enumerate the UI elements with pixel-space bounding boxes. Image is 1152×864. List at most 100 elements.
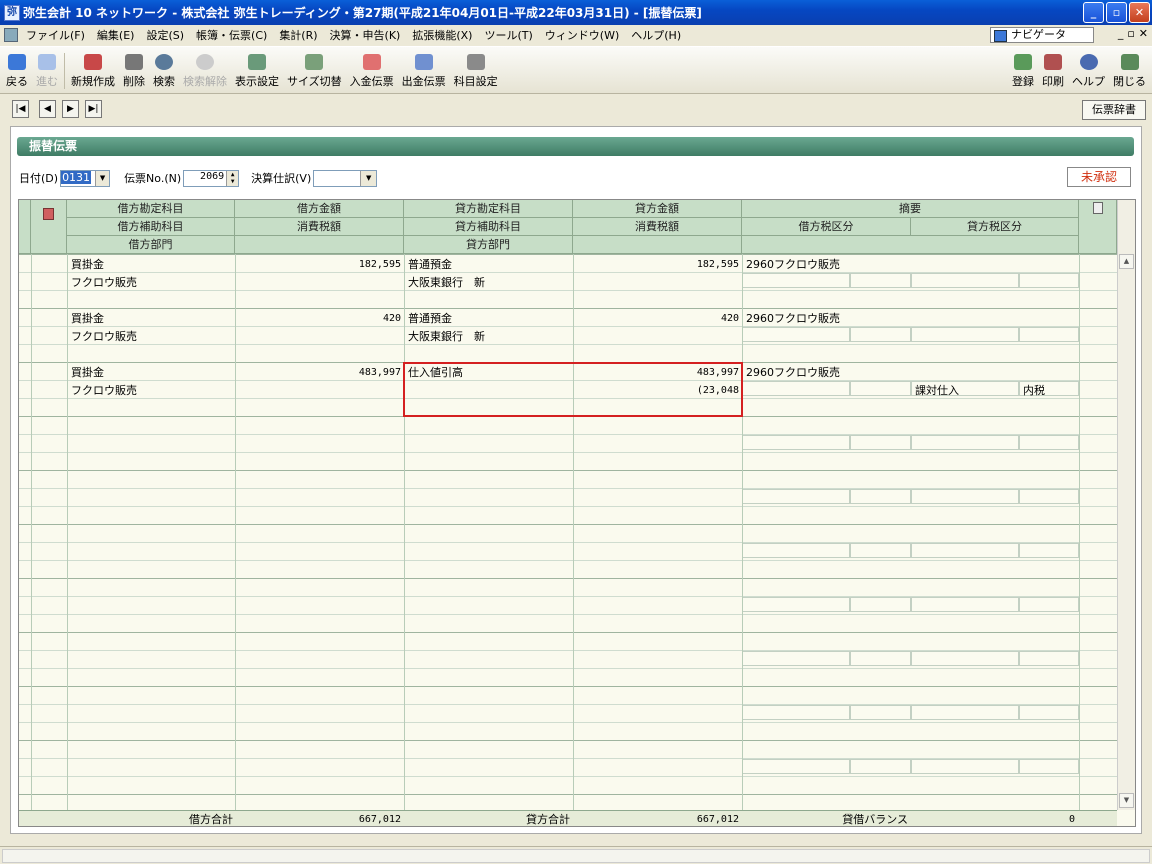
account-settings-button[interactable]: 科目設定 (450, 54, 502, 89)
entry2-debit-amount[interactable]: 420 (235, 310, 403, 327)
tax-category-cell[interactable] (742, 759, 850, 774)
entry1-debit-sub[interactable]: フクロウ販売 (71, 274, 231, 291)
tax-category-cell[interactable] (742, 651, 850, 666)
help-button[interactable]: ヘルプ (1068, 54, 1109, 89)
mdi-close-button[interactable]: ✕ (1139, 27, 1148, 40)
size-toggle-button[interactable]: サイズ切替 (283, 54, 346, 89)
menu-closing[interactable]: 決算・申告(K) (324, 27, 407, 43)
entry1-credit-sub[interactable]: 大阪東銀行 新 (408, 274, 568, 291)
mdi-minimize-button[interactable]: _ (1118, 27, 1124, 40)
menu-file[interactable]: ファイル(F) (20, 27, 91, 43)
document-icon[interactable] (4, 28, 18, 42)
entry2-debit-sub[interactable]: フクロウ販売 (71, 328, 231, 345)
tax-category-cell[interactable] (1019, 543, 1079, 558)
prev-record-button[interactable]: ◀ (39, 100, 56, 118)
entry1-debit-account[interactable]: 買掛金 (71, 256, 231, 273)
tax-category-cell[interactable] (850, 705, 911, 720)
tax-category-cell[interactable] (742, 327, 850, 342)
chevron-down-icon[interactable]: ▼ (95, 170, 110, 186)
date-field[interactable]: 0131 ▼ (60, 169, 111, 187)
register-button[interactable]: 登録 (1008, 54, 1038, 89)
tax-category-cell[interactable] (1019, 273, 1079, 288)
tax-category-cell[interactable] (850, 651, 911, 666)
entry1-credit-amount[interactable]: 182,595 (573, 256, 741, 273)
closing-entry-select[interactable]: ▼ (313, 169, 378, 187)
search-clear-button[interactable]: 検索解除 (179, 54, 231, 89)
tax-category-cell[interactable] (1019, 651, 1079, 666)
tax-category-cell[interactable] (742, 273, 850, 288)
entry3-credit-amount[interactable]: 483,997 (573, 364, 741, 381)
tax-category-cell[interactable] (742, 597, 850, 612)
scroll-down-icon[interactable]: ▼ (1119, 793, 1134, 808)
entry2-debit-account[interactable]: 買掛金 (71, 310, 231, 327)
tax-category-cell[interactable] (911, 759, 1019, 774)
print-button[interactable]: 印刷 (1038, 54, 1068, 89)
last-record-button[interactable]: ▶| (85, 100, 102, 118)
entry1-summary[interactable]: 2960フクロウ販売 (746, 256, 1076, 273)
spinner-icon[interactable]: ▲ ▼ (226, 170, 239, 186)
slip-dictionary-button[interactable]: 伝票辞書 (1082, 100, 1146, 120)
tax-category-cell[interactable] (742, 381, 850, 396)
book-icon[interactable] (43, 208, 54, 220)
minimize-button[interactable]: _ (1083, 2, 1104, 23)
tax-category-cell[interactable] (911, 651, 1019, 666)
close-window-button[interactable]: ✕ (1129, 2, 1150, 23)
horizontal-scrollbar[interactable] (2, 849, 1150, 863)
tax-category-cell[interactable] (1019, 435, 1079, 450)
tax-category-cell[interactable] (1019, 597, 1079, 612)
back-button[interactable]: 戻る (2, 54, 32, 89)
menu-tools[interactable]: ツール(T) (478, 27, 538, 43)
tax-category-cell[interactable] (850, 543, 911, 558)
forward-button[interactable]: 進む (32, 54, 62, 89)
entry2-credit-account[interactable]: 普通預金 (408, 310, 568, 327)
entry1-credit-account[interactable]: 普通預金 (408, 256, 568, 273)
entry2-credit-amount[interactable]: 420 (573, 310, 741, 327)
entry2-credit-sub[interactable]: 大阪東銀行 新 (408, 328, 568, 345)
tax-category-cell[interactable] (911, 273, 1019, 288)
tax-category-cell[interactable] (911, 489, 1019, 504)
entry1-debit-amount[interactable]: 182,595 (235, 256, 403, 273)
entry3-credit-account[interactable]: 仕入値引高 (408, 364, 568, 381)
entry3-credit-tax-type[interactable]: 内税 (1023, 382, 1073, 399)
chevron-down-icon[interactable]: ▼ (360, 170, 377, 186)
tax-category-cell[interactable] (850, 489, 911, 504)
tax-category-cell[interactable] (850, 381, 911, 396)
display-settings-button[interactable]: 表示設定 (231, 54, 283, 89)
entry3-summary[interactable]: 2960フクロウ販売 (746, 364, 1076, 381)
scroll-up-icon[interactable]: ▲ (1119, 254, 1134, 269)
tax-category-cell[interactable] (742, 705, 850, 720)
menu-summary[interactable]: 集計(R) (273, 27, 323, 43)
vertical-scrollbar[interactable]: ▲ ▼ (1117, 200, 1135, 810)
tax-category-cell[interactable] (742, 489, 850, 504)
tax-category-cell[interactable] (911, 597, 1019, 612)
first-record-button[interactable]: |◀ (12, 100, 29, 118)
tax-category-cell[interactable] (850, 597, 911, 612)
entry3-debit-sub[interactable]: フクロウ販売 (71, 382, 231, 399)
menu-help[interactable]: ヘルプ(H) (625, 27, 687, 43)
tax-category-cell[interactable] (911, 543, 1019, 558)
entry2-summary[interactable]: 2960フクロウ販売 (746, 310, 1076, 327)
tax-category-cell[interactable] (742, 543, 850, 558)
search-button[interactable]: 検索 (149, 54, 179, 89)
tax-category-cell[interactable] (1019, 489, 1079, 504)
menu-window[interactable]: ウィンドウ(W) (539, 27, 625, 43)
tax-category-cell[interactable] (850, 435, 911, 450)
slip-no-field[interactable]: 2069 ▲ ▼ (183, 169, 240, 187)
delete-button[interactable]: 削除 (119, 54, 149, 89)
menu-settings[interactable]: 設定(S) (140, 27, 190, 43)
tax-category-cell[interactable] (911, 327, 1019, 342)
tax-category-cell[interactable] (850, 273, 911, 288)
tax-category-cell[interactable] (742, 435, 850, 450)
tax-category-cell[interactable] (1019, 705, 1079, 720)
tax-category-cell[interactable] (850, 759, 911, 774)
entry3-credit-tax-cat[interactable]: 課対仕入 (915, 382, 1015, 399)
menu-edit[interactable]: 編集(E) (91, 27, 141, 43)
tax-category-cell[interactable] (1019, 327, 1079, 342)
payment-slip-button[interactable]: 出金伝票 (398, 54, 450, 89)
tax-category-cell[interactable] (911, 435, 1019, 450)
maximize-button[interactable]: ▫ (1106, 2, 1127, 23)
new-button[interactable]: 新規作成 (67, 54, 119, 89)
navigator-toggle[interactable]: ナビゲータ (990, 27, 1094, 43)
menu-extensions[interactable]: 拡張機能(X) (406, 27, 478, 43)
mdi-restore-button[interactable]: ▫ (1127, 27, 1134, 40)
